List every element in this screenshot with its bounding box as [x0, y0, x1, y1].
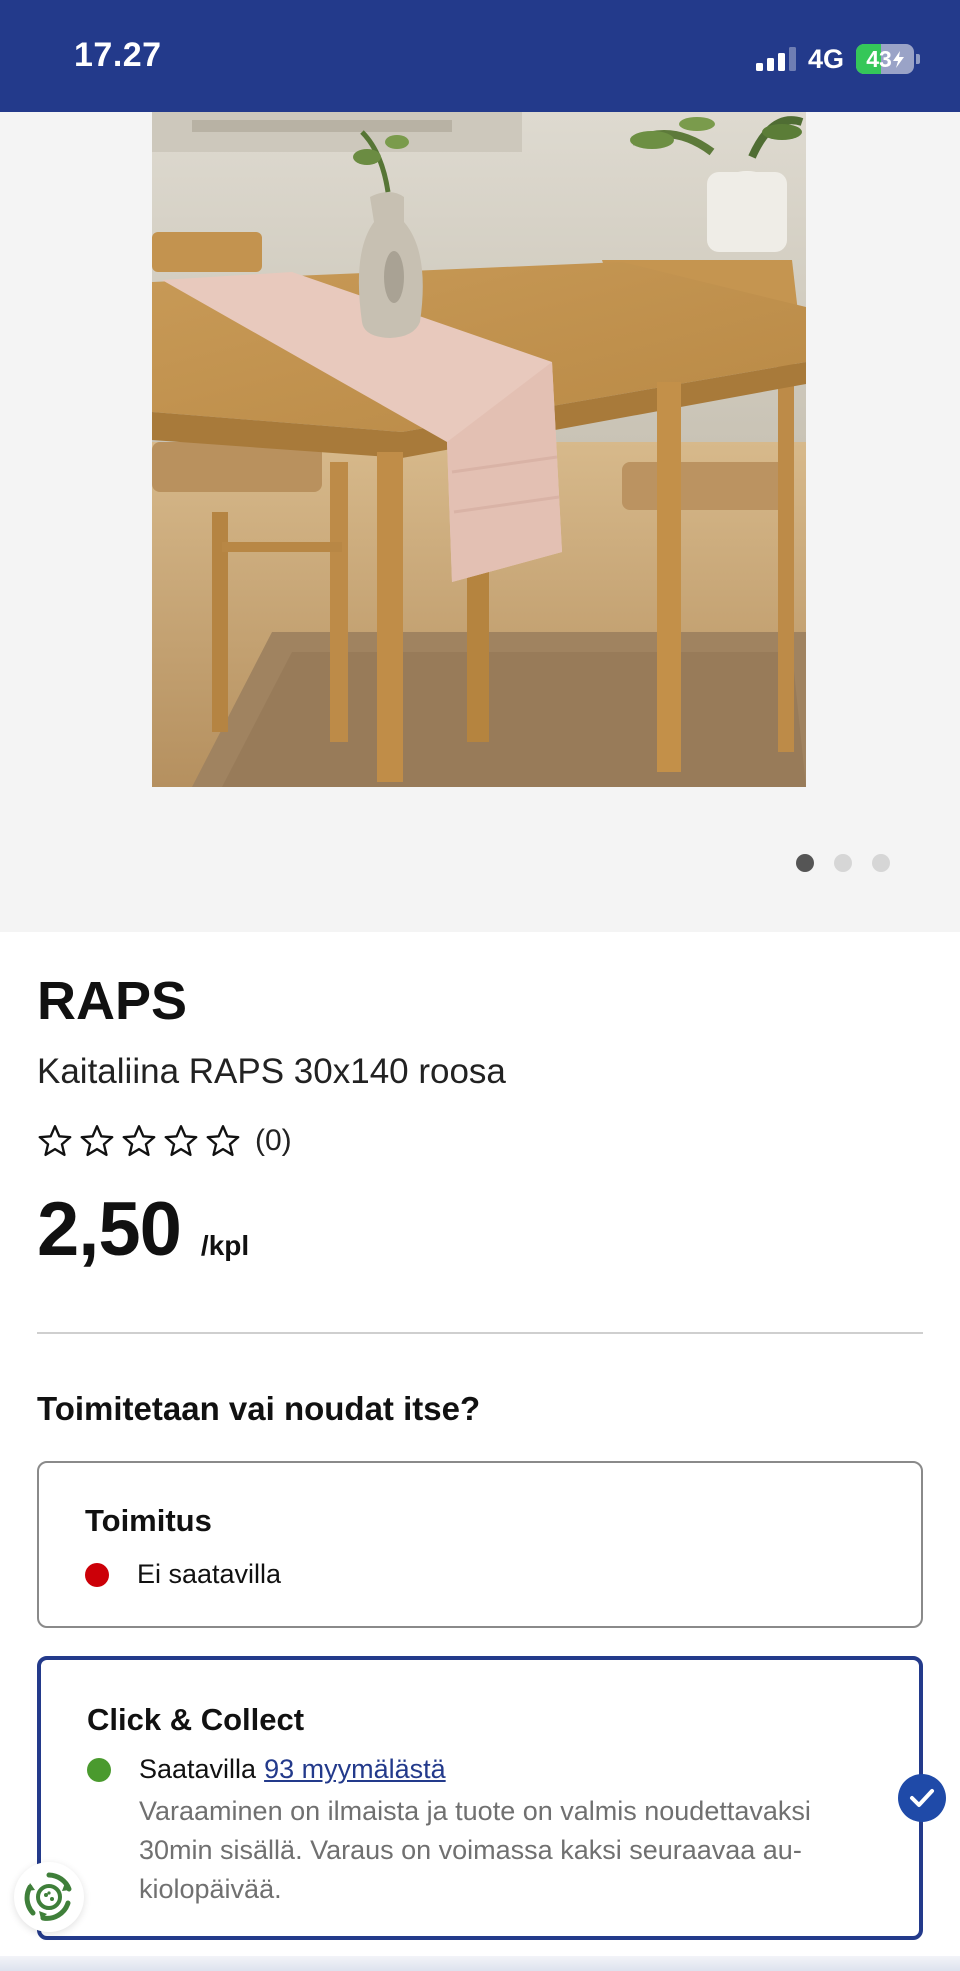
price-unit: /kpl — [200, 1230, 250, 1261]
divider — [37, 1332, 923, 1334]
star-outline-icon — [163, 1124, 199, 1158]
battery-icon: 43 — [856, 44, 914, 74]
gallery-pagination[interactable] — [796, 854, 890, 872]
rating-count: (0) — [255, 1124, 292, 1157]
product-image[interactable] — [152, 112, 806, 787]
status-bar: 17.27 4G 43 — [0, 0, 960, 112]
star-outline-icon — [37, 1124, 73, 1158]
stores-link[interactable]: 93 myymälästä — [264, 1754, 446, 1785]
delivery-status-label: Ei saatavilla — [137, 1559, 282, 1589]
available-status-icon — [87, 1757, 111, 1782]
product-name: RAPS — [37, 971, 188, 1031]
click-collect-note: Varaaminen on ilmaista ja tuote on valmi… — [139, 1796, 811, 1904]
battery-level: 43 — [866, 46, 904, 73]
product-photo — [152, 112, 806, 787]
gallery-dot-1[interactable] — [796, 854, 814, 872]
product-gallery[interactable] — [0, 112, 960, 932]
product-rating[interactable]: (0) — [37, 1124, 292, 1158]
star-outline-icon — [121, 1124, 157, 1158]
recycle-icon[interactable] — [14, 1862, 84, 1932]
star-outline-icon — [79, 1124, 115, 1158]
click-collect-title: Click & Collect — [87, 1702, 305, 1737]
product-description: Kaitaliina RAPS 30x140 roosa — [37, 1052, 506, 1091]
network-label: 4G — [807, 43, 844, 74]
battery-nub — [916, 54, 920, 64]
bottom-edge — [0, 1956, 960, 1971]
signal-icon — [755, 47, 796, 71]
delivery-title: Toimitus — [85, 1503, 212, 1538]
fulfillment-title: Toimitetaan vai noudat itse? — [37, 1390, 481, 1427]
star-outline-icon — [205, 1124, 241, 1158]
check-icon — [898, 1774, 946, 1822]
unavailable-status-icon — [85, 1562, 109, 1587]
gallery-dot-3[interactable] — [872, 854, 890, 872]
status-time: 17.27 — [74, 36, 162, 74]
product-price: 2,50 /kpl — [37, 1186, 249, 1273]
status-indicators: 4G 43 — [755, 42, 920, 76]
price-value: 2,50 — [37, 1187, 182, 1272]
click-collect-option-card[interactable]: Click & Collect Saatavilla 93 myymälästä… — [37, 1656, 923, 1940]
click-collect-status: Saatavilla 93 myymälästä — [87, 1754, 446, 1785]
gallery-dot-2[interactable] — [834, 854, 852, 872]
delivery-option-card[interactable]: Toimitus Ei saatavilla — [37, 1461, 923, 1628]
delivery-status: Ei saatavilla — [85, 1559, 281, 1590]
click-collect-status-label: Saatavilla — [139, 1754, 257, 1784]
